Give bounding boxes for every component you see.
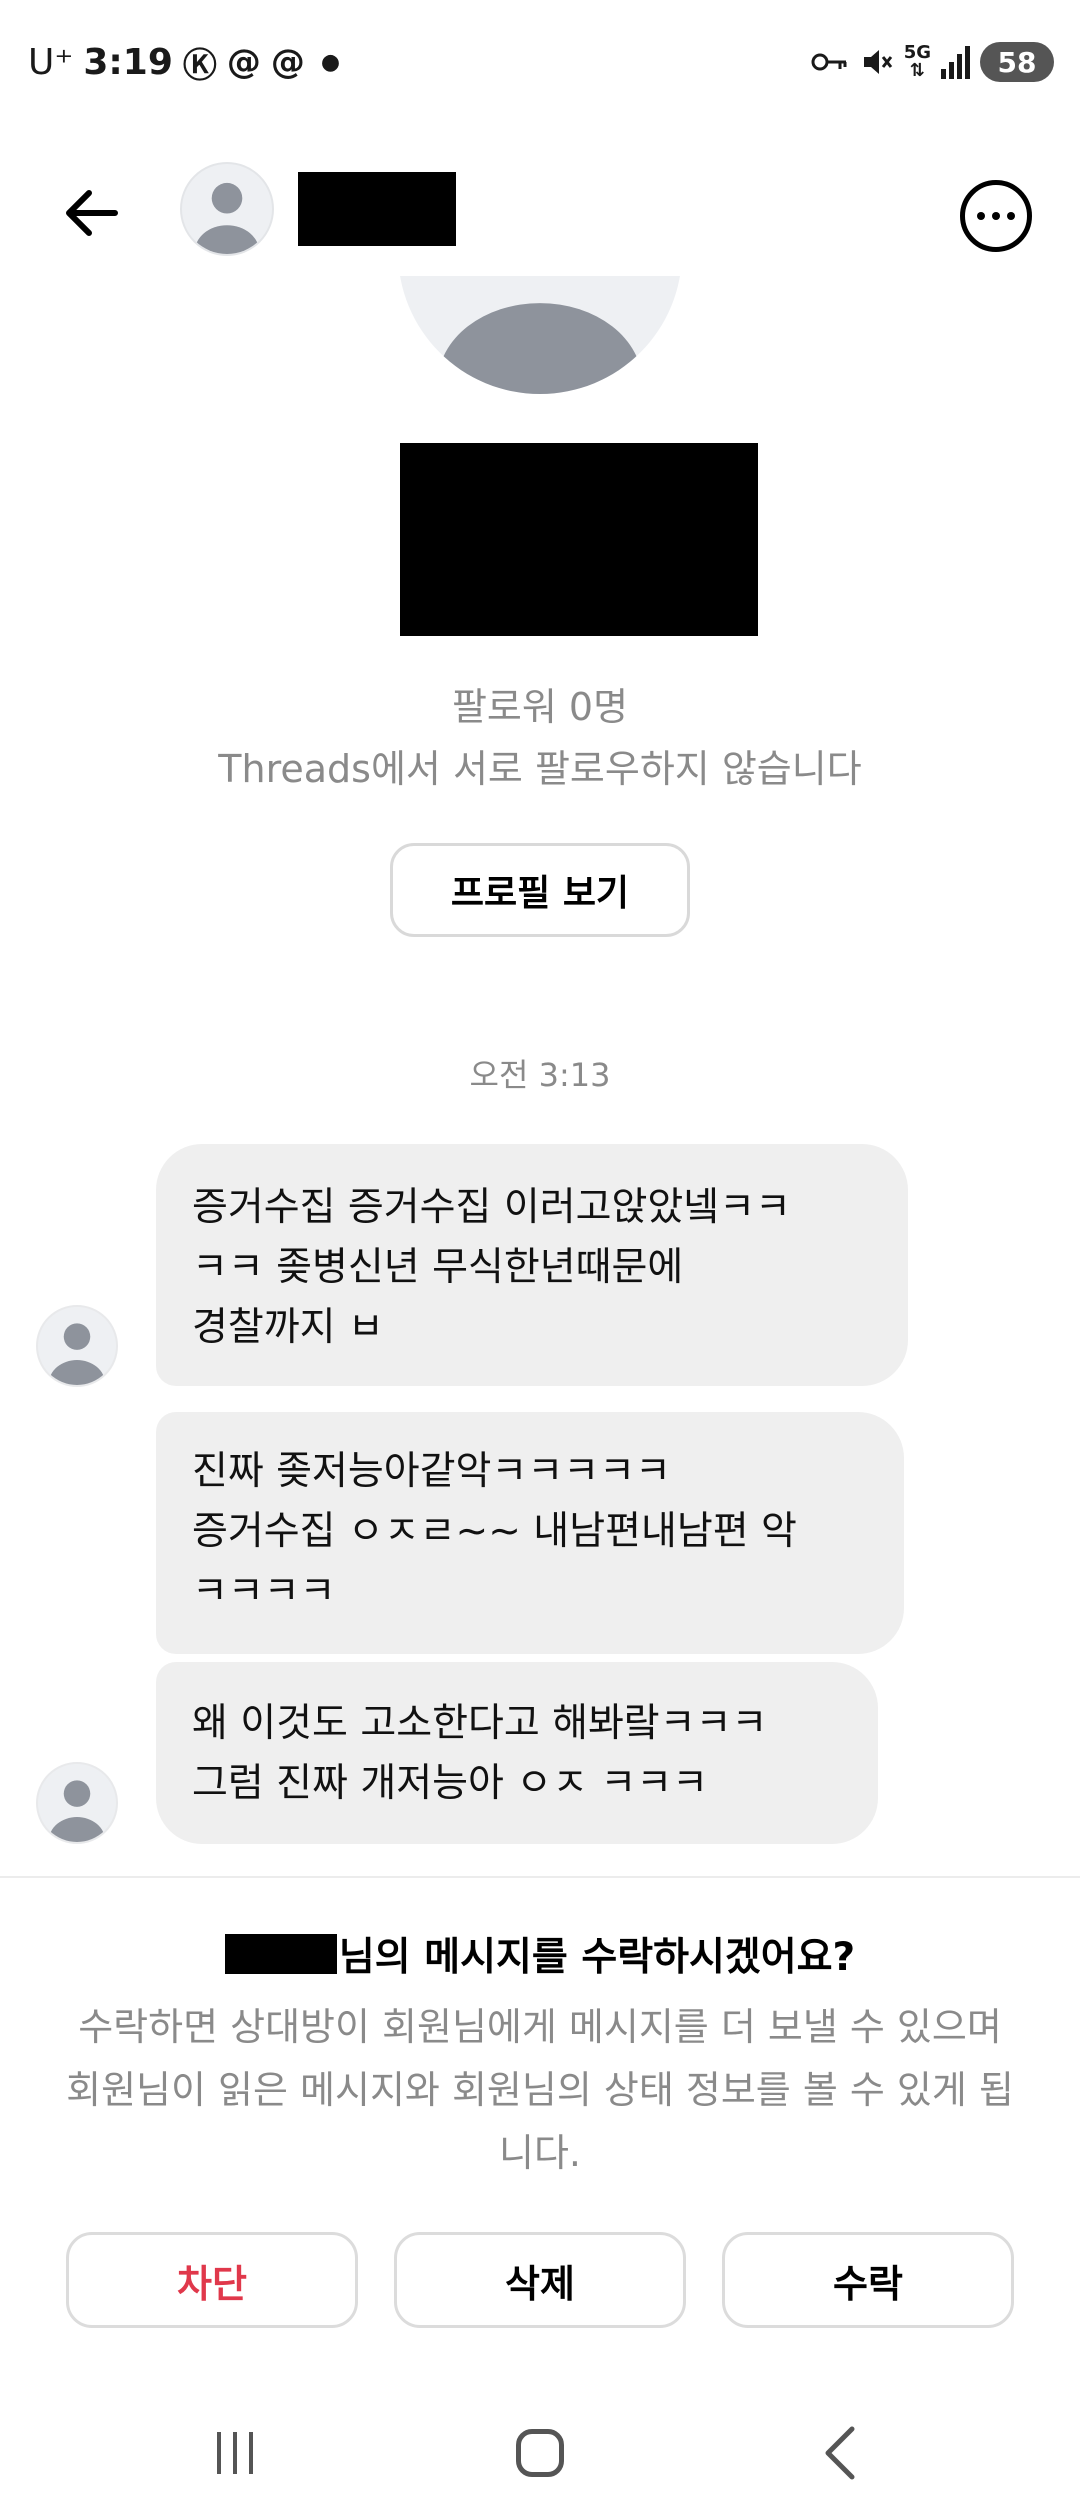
message-line: 경찰까지 ㅂ (192, 1305, 384, 1350)
nav-back-icon[interactable] (800, 2418, 880, 2488)
message-line: 왜 이것도 고소한다고 해봐랔ㅋㅋㅋ (192, 1701, 768, 1746)
redacted-profile-name (400, 443, 758, 636)
accept-button[interactable]: 수락 (722, 2232, 1014, 2328)
request-title-text: 님의 메시지를 수락하시겠어요? (338, 1935, 856, 1980)
more-notifications-dot-icon: ● (320, 49, 341, 75)
header-avatar[interactable] (180, 162, 274, 256)
carrier-label: U⁺ (28, 41, 74, 83)
message-line: ㅋㅋㅋㅋ (192, 1569, 336, 1614)
mute-icon (863, 50, 892, 74)
network-5g-icon: 5G ⇅ (903, 42, 931, 81)
divider (0, 1876, 1080, 1878)
default-avatar-icon (194, 182, 260, 254)
threads-notification-icon: @ (270, 42, 305, 82)
default-avatar-icon (48, 1780, 106, 1842)
sender-avatar[interactable] (36, 1305, 118, 1387)
chevron-left-icon (825, 2426, 855, 2480)
message-line: ㅋㅋ 좆병신년 무식한년때문에 (192, 1245, 684, 1290)
redacted-username (224, 1934, 337, 1974)
threads-notification-icon: @ (226, 42, 261, 82)
status-bar-right: 5G ⇅ 58 (810, 34, 1054, 90)
message-bubble[interactable]: 증거수집 증거수집 이러고앉았넼ㅋㅋ ㅋㅋ 좆병신년 무식한년때문에 경찰까지 … (156, 1144, 908, 1386)
message-line: 증거수집 ㅇㅈㄹ~~ 내남편내남편 악 (192, 1509, 797, 1554)
default-avatar-icon (437, 303, 643, 394)
follower-count: 팔로워 0명 (451, 685, 629, 729)
message-timestamp: 오전 3:13 (469, 1056, 611, 1094)
notification-k-icon: Ⓚ (182, 45, 217, 86)
message-bubble[interactable]: 진짜 좆저능아같악ㅋㅋㅋㅋㅋ 증거수집 ㅇㅈㄹ~~ 내남편내남편 악 ㅋㅋㅋㅋ (156, 1412, 904, 1654)
message-line: 그럼 진짜 개저능아 ㅇㅈ ㅋㅋㅋ (192, 1761, 709, 1806)
request-description: 수락하면 상대방이 회원님에게 메시지를 더 보낼 수 있으며 회원님이 읽은 … (66, 2005, 1014, 2175)
message-bubble[interactable]: 왜 이것도 고소한다고 해봐랔ㅋㅋㅋ 그럼 진짜 개저능아 ㅇㅈ ㅋㅋㅋ (156, 1662, 878, 1844)
back-arrow-icon (66, 190, 118, 236)
redacted-username[interactable] (298, 172, 456, 246)
signal-icon (941, 45, 970, 79)
back-button[interactable] (48, 170, 134, 256)
recent-apps-icon[interactable] (200, 2418, 270, 2488)
battery-icon: 58 (980, 42, 1054, 82)
sender-avatar[interactable] (36, 1762, 118, 1844)
clock: 3:19 (83, 41, 173, 83)
default-avatar-icon (48, 1323, 106, 1385)
delete-button[interactable]: 삭제 (394, 2232, 686, 2328)
message-line: 진짜 좆저능아같악ㅋㅋㅋㅋㅋ (192, 1449, 671, 1494)
view-profile-button[interactable]: 프로필 보기 (390, 843, 690, 937)
status-bar-left: U⁺ 3:19 Ⓚ @ @ ● (28, 34, 340, 90)
mutual-follow-status: Threads에서 서로 팔로우하지 않습니다 (218, 747, 862, 791)
home-icon[interactable] (500, 2418, 580, 2488)
block-button[interactable]: 차단 (66, 2232, 358, 2328)
profile-avatar (398, 276, 682, 394)
more-options-icon[interactable] (960, 180, 1032, 252)
request-title: 님의 메시지를 수락하시겠어요? (0, 1926, 1080, 1982)
key-icon (811, 53, 847, 71)
message-line: 증거수집 증거수집 이러고앉았넼ㅋㅋ (192, 1185, 791, 1230)
